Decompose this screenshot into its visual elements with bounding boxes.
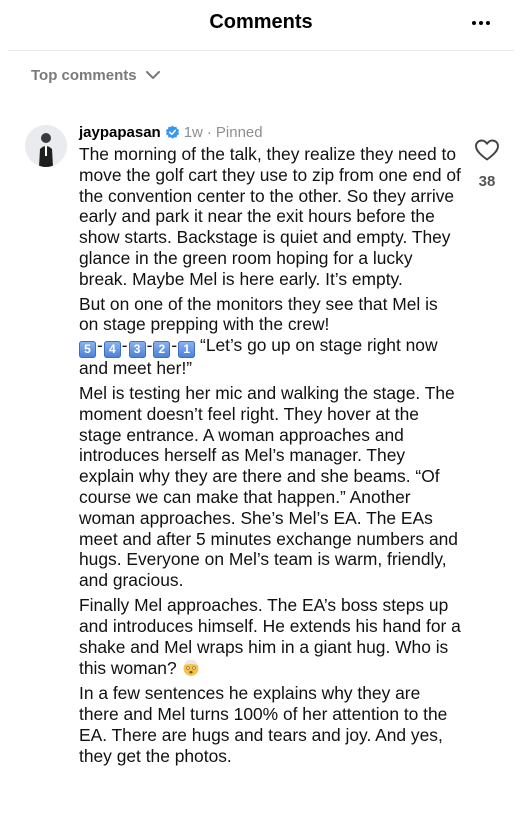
comment-meta: jaypapasan 1w · Pinned	[79, 122, 461, 142]
keycap-5-emoji: 5	[79, 341, 96, 359]
keycap-2-emoji: 2	[153, 341, 171, 359]
user-avatar-image	[25, 125, 67, 167]
countdown-separator: -	[97, 335, 103, 356]
exploding-head-emoji	[183, 660, 199, 677]
more-dot	[486, 21, 490, 25]
comment-text: The morning of the talk, they realize th…	[79, 144, 461, 766]
countdown-separator: -	[121, 335, 128, 356]
verified-badge-icon	[165, 124, 179, 139]
more-horizontal-icon	[472, 21, 476, 25]
chevron-down-icon	[145, 71, 160, 79]
page-title: Comments	[209, 11, 313, 33]
heart-icon[interactable]	[474, 138, 500, 162]
comments-header: Comments	[0, 0, 522, 50]
like-count: 38	[478, 173, 496, 190]
sort-dropdown[interactable]: Top comments	[31, 67, 160, 84]
pinned-label: Pinned	[215, 123, 263, 141]
more-dot	[479, 21, 483, 25]
comment-paragraph-1: The morning of the talk, they realize th…	[79, 144, 461, 289]
avatar[interactable]	[25, 125, 67, 167]
paragraph-4-text: Finally Mel approaches. The EA’s boss st…	[79, 594, 461, 679]
paragraph-2-intro: But on one of the monitors they see that…	[79, 293, 438, 335]
comment-paragraph-4: Finally Mel approaches. The EA’s boss st…	[79, 595, 461, 679]
keycap-4-emoji: 4	[103, 341, 121, 359]
username[interactable]: jaypapasan	[79, 124, 161, 141]
countdown-separator: -	[171, 335, 178, 356]
meta-separator: ·	[206, 123, 212, 141]
comment-body: jaypapasan 1w · Pinned The morning of th…	[79, 122, 461, 770]
sort-label: Top comments	[31, 67, 137, 84]
comment-paragraph-2: But on one of the monitors they see that…	[79, 294, 461, 379]
countdown-separator: -	[146, 335, 153, 356]
like-area: 38	[470, 138, 504, 190]
more-options-button[interactable]	[468, 10, 494, 36]
header-divider	[8, 50, 514, 51]
keycap-1-emoji: 1	[178, 341, 196, 359]
comment-timestamp: 1w	[183, 123, 203, 141]
comment-paragraph-5: In a few sentences he explains why they …	[79, 683, 448, 766]
keycap-3-emoji: 3	[128, 341, 146, 359]
comment-paragraph-3: Mel is testing her mic and walking the s…	[79, 382, 458, 591]
